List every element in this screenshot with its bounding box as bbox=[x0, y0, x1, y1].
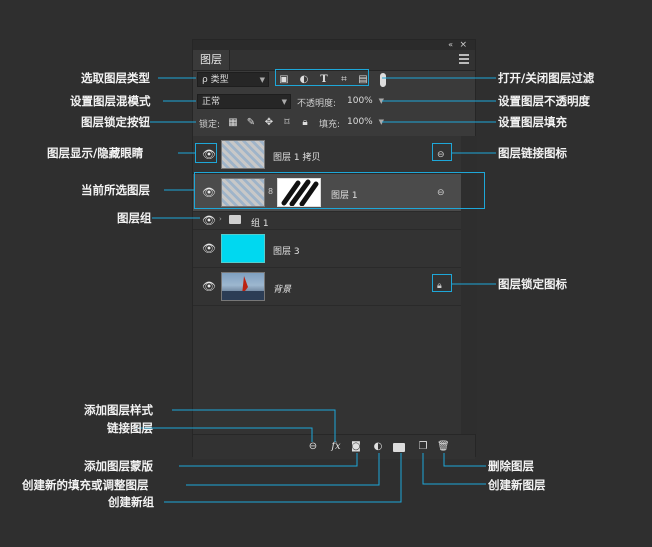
annotation-label: 图层显示/隐藏眼睛 bbox=[47, 146, 144, 160]
annotation-label: 图层链接图标 bbox=[498, 146, 567, 160]
annotation-label: 设置图层不透明度 bbox=[498, 94, 590, 108]
annotation-label: 创建新的填充或调整图层 bbox=[22, 478, 149, 492]
annotation-label: 链接图层 bbox=[107, 421, 153, 435]
annotation-label: 图层锁定图标 bbox=[498, 277, 567, 291]
annotation-label: 打开/关闭图层过滤 bbox=[498, 71, 595, 85]
annotation-label: 创建新组 bbox=[108, 495, 154, 509]
annotation-label: 当前所选图层 bbox=[81, 183, 150, 197]
annotation-label: 创建新图层 bbox=[488, 478, 546, 492]
annotation-label: 图层组 bbox=[117, 211, 152, 225]
annotation-label: 选取图层类型 bbox=[81, 71, 150, 85]
annotation-label: 删除图层 bbox=[488, 459, 534, 473]
annotation-label: 添加图层蒙版 bbox=[84, 459, 153, 473]
annotation-label: 图层锁定按钮 bbox=[81, 115, 150, 129]
annotation-label: 设置图层混模式 bbox=[70, 94, 151, 108]
annotation-label: 添加图层样式 bbox=[84, 403, 153, 417]
annotation-label: 设置图层填充 bbox=[498, 115, 567, 129]
